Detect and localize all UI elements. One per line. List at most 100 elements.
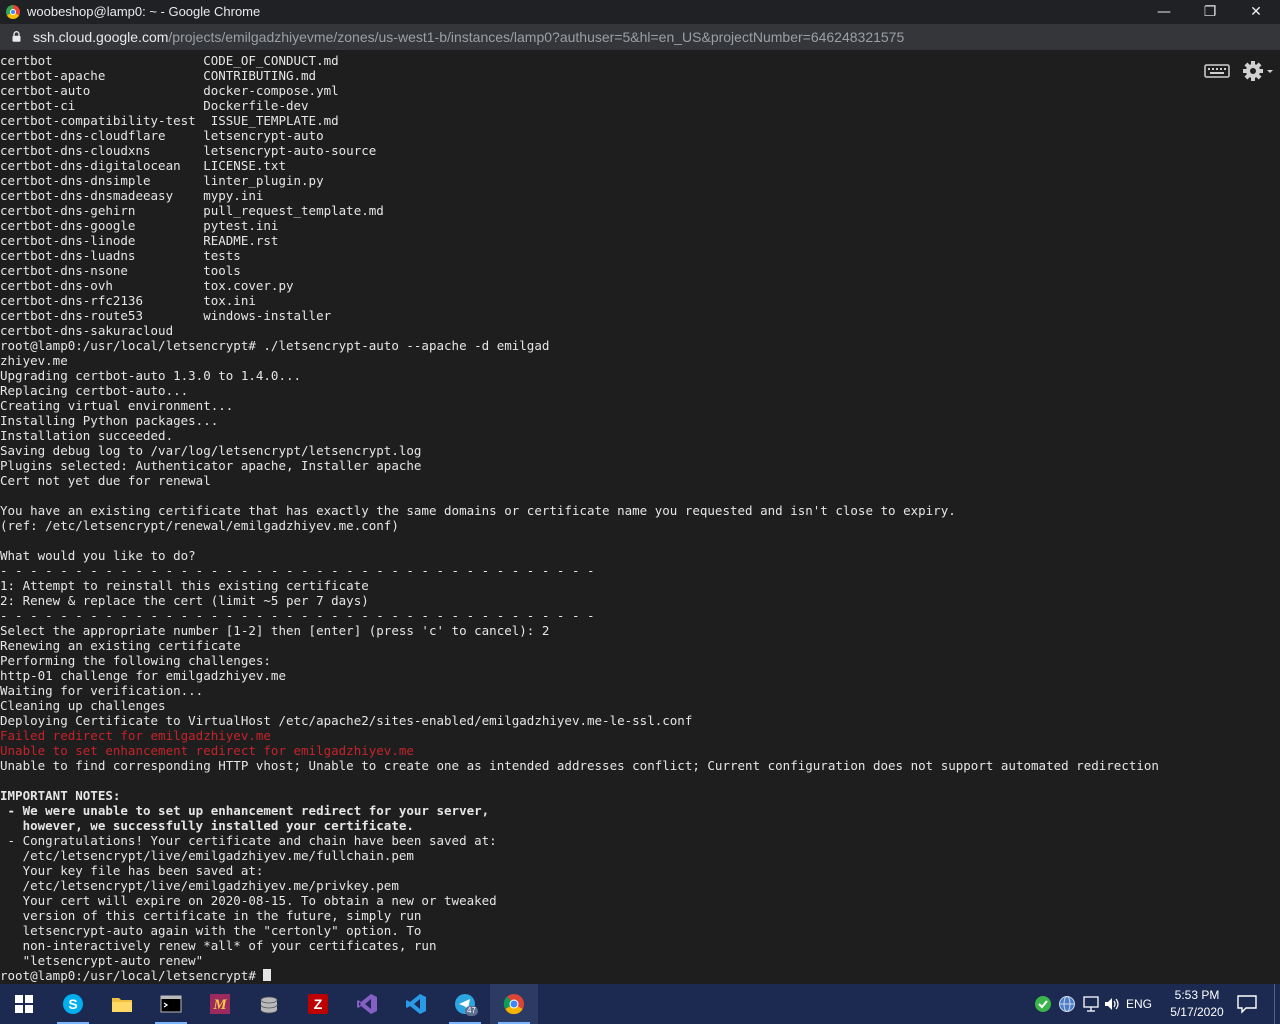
terminal-line: - - - - - - - - - - - - - - - - - - - - … bbox=[0, 608, 595, 623]
start-button[interactable] bbox=[0, 984, 48, 1024]
terminal-line: (ref: /etc/letsencrypt/renewal/emilgadzh… bbox=[0, 518, 399, 533]
shield-check-icon[interactable] bbox=[1034, 995, 1052, 1013]
taskbar-database[interactable] bbox=[245, 984, 293, 1024]
chrome-icon bbox=[503, 994, 524, 1015]
terminal-line: certbot-dns-nsone tools bbox=[0, 263, 241, 278]
windows-logo-icon bbox=[15, 995, 33, 1013]
terminal-line: certbot-compatibility-test ISSUE_TEMPLAT… bbox=[0, 113, 339, 128]
terminal-line: certbot-dns-cloudxns letsencrypt-auto-so… bbox=[0, 143, 377, 158]
svg-text:Z: Z bbox=[314, 996, 323, 1012]
taskbar-terminal[interactable] bbox=[147, 984, 195, 1024]
minimize-button[interactable]: — bbox=[1141, 0, 1187, 24]
taskbar-mendeley[interactable]: M bbox=[196, 984, 244, 1024]
svg-text:M: M bbox=[212, 997, 227, 1013]
gear-icon[interactable] bbox=[1240, 58, 1274, 84]
terminal-line: certbot-dns-dnsmadeeasy mypy.ini bbox=[0, 188, 264, 203]
terminal-line: /etc/letsencrypt/live/emilgadzhiyev.me/f… bbox=[0, 848, 414, 863]
svg-text:S: S bbox=[68, 996, 77, 1012]
terminal-line: Waiting for verification... bbox=[0, 683, 204, 698]
show-desktop-button[interactable] bbox=[1274, 984, 1280, 1024]
terminal-line: certbot-auto docker-compose.yml bbox=[0, 83, 339, 98]
window-title: woobeshop@lamp0: ~ - Google Chrome bbox=[27, 4, 261, 19]
terminal-line: Your key file has been saved at: bbox=[0, 863, 264, 878]
terminal-line: What would you like to do? bbox=[0, 548, 196, 563]
terminal-line: Unable to set enhancement redirect for e… bbox=[0, 743, 414, 758]
terminal-line: http-01 challenge for emilgadzhiyev.me bbox=[0, 668, 286, 683]
terminal-line: You have an existing certificate that ha… bbox=[0, 503, 956, 518]
keyboard-icon[interactable] bbox=[1204, 62, 1230, 80]
ssh-terminal[interactable]: certbot CODE_OF_CONDUCT.md certbot-apache… bbox=[0, 50, 1280, 984]
terminal-line: Deploying Certificate to VirtualHost /et… bbox=[0, 713, 693, 728]
clock[interactable]: 5:53 PM 5/17/2020 bbox=[1160, 987, 1234, 1021]
folder-icon bbox=[112, 998, 132, 1012]
terminal-line: Installation succeeded. bbox=[0, 428, 174, 443]
window-titlebar: woobeshop@lamp0: ~ - Google Chrome — ❐ ✕ bbox=[0, 0, 1280, 24]
terminal-line: 2: Renew & replace the cert (limit ~5 pe… bbox=[0, 593, 369, 608]
taskbar-visual-studio[interactable] bbox=[343, 984, 391, 1024]
terminal-line: certbot-dns-luadns tests bbox=[0, 248, 241, 263]
terminal-line: Select the appropriate number [1-2] then… bbox=[0, 623, 550, 638]
terminal-line: certbot CODE_OF_CONDUCT.md bbox=[0, 53, 339, 68]
address-bar[interactable]: ssh.cloud.google.com/projects/emilgadzhi… bbox=[0, 24, 1280, 50]
ethernet-icon[interactable] bbox=[1082, 995, 1100, 1013]
speaker-icon[interactable] bbox=[1103, 995, 1121, 1013]
windows-taskbar: S M Z 47 ENG 5:53 PM 5/17/2020 bbox=[0, 984, 1280, 1024]
mendeley-icon: M bbox=[210, 994, 230, 1014]
terminal-line: Your cert will expire on 2020-08-15. To … bbox=[0, 893, 497, 908]
language-indicator[interactable]: ENG bbox=[1126, 996, 1152, 1012]
terminal-output: certbot CODE_OF_CONDUCT.md certbot-apache… bbox=[0, 53, 1159, 983]
visual-studio-icon bbox=[357, 994, 377, 1014]
terminal-line: Plugins selected: Authenticator apache, … bbox=[0, 458, 422, 473]
clock-date: 5/17/2020 bbox=[1170, 1005, 1224, 1019]
terminal-line: certbot-dns-cloudflare letsencrypt-auto bbox=[0, 128, 324, 143]
terminal-line: - We were unable to set up enhancement r… bbox=[0, 803, 490, 818]
terminal-line: certbot-dns-gehirn pull_request_template… bbox=[0, 203, 384, 218]
terminal-line: root@lamp0:/usr/local/letsencrypt# bbox=[0, 968, 1159, 983]
vscode-icon bbox=[406, 994, 426, 1014]
telegram-badge: 47 bbox=[465, 1006, 478, 1016]
terminal-line: zhiyev.me bbox=[0, 353, 68, 368]
lock-icon[interactable] bbox=[12, 31, 21, 42]
terminal-line: Failed redirect for emilgadzhiyev.me bbox=[0, 728, 271, 743]
taskbar-file-explorer[interactable] bbox=[98, 984, 146, 1024]
terminal-line: Cleaning up challenges bbox=[0, 698, 166, 713]
terminal-line: Saving debug log to /var/log/letsencrypt… bbox=[0, 443, 422, 458]
terminal-line: certbot-dns-ovh tox.cover.py bbox=[0, 278, 294, 293]
terminal-line: Creating virtual environment... bbox=[0, 398, 234, 413]
terminal-line: /etc/letsencrypt/live/emilgadzhiyev.me/p… bbox=[0, 878, 399, 893]
terminal-line: Cert not yet due for renewal bbox=[0, 473, 211, 488]
terminal-line: certbot-dns-dnsimple linter_plugin.py bbox=[0, 173, 324, 188]
terminal-line: - - - - - - - - - - - - - - - - - - - - … bbox=[0, 563, 595, 578]
url-text[interactable]: ssh.cloud.google.com/projects/emilgadzhi… bbox=[33, 29, 904, 45]
taskbar-vscode[interactable] bbox=[392, 984, 440, 1024]
terminal-line: Installing Python packages... bbox=[0, 413, 219, 428]
taskbar-skype[interactable]: S bbox=[49, 984, 97, 1024]
taskbar-chrome[interactable] bbox=[490, 984, 538, 1024]
taskbar-telegram[interactable]: 47 bbox=[441, 984, 489, 1024]
terminal-line: certbot-dns-rfc2136 tox.ini bbox=[0, 293, 256, 308]
terminal-line: Performing the following challenges: bbox=[0, 653, 271, 668]
filezilla-icon: Z bbox=[308, 994, 328, 1014]
terminal-line: Upgrading certbot-auto 1.3.0 to 1.4.0... bbox=[0, 368, 302, 383]
terminal-line: certbot-dns-sakuracloud bbox=[0, 323, 174, 338]
terminal-line: letsencrypt-auto again with the "certonl… bbox=[0, 923, 422, 938]
taskbar-filezilla[interactable]: Z bbox=[294, 984, 342, 1024]
terminal-line: root@lamp0:/usr/local/letsencrypt# ./let… bbox=[0, 338, 550, 353]
terminal-line: "letsencrypt-auto renew" bbox=[0, 953, 204, 968]
restore-button[interactable]: ❐ bbox=[1187, 0, 1233, 24]
terminal-line: 1: Attempt to reinstall this existing ce… bbox=[0, 578, 369, 593]
terminal-line: Replacing certbot-auto... bbox=[0, 383, 189, 398]
notifications-icon[interactable] bbox=[1236, 994, 1258, 1014]
terminal-line: IMPORTANT NOTES: bbox=[0, 788, 121, 803]
close-button[interactable]: ✕ bbox=[1233, 0, 1279, 24]
network-globe-icon[interactable] bbox=[1058, 995, 1076, 1013]
terminal-line: Unable to find corresponding HTTP vhost;… bbox=[0, 758, 1159, 773]
terminal-cursor bbox=[263, 969, 272, 981]
terminal-icon bbox=[160, 995, 182, 1013]
database-icon bbox=[260, 996, 278, 1014]
url-host: ssh.cloud.google.com bbox=[33, 29, 169, 45]
terminal-line: certbot-dns-google pytest.ini bbox=[0, 218, 279, 233]
